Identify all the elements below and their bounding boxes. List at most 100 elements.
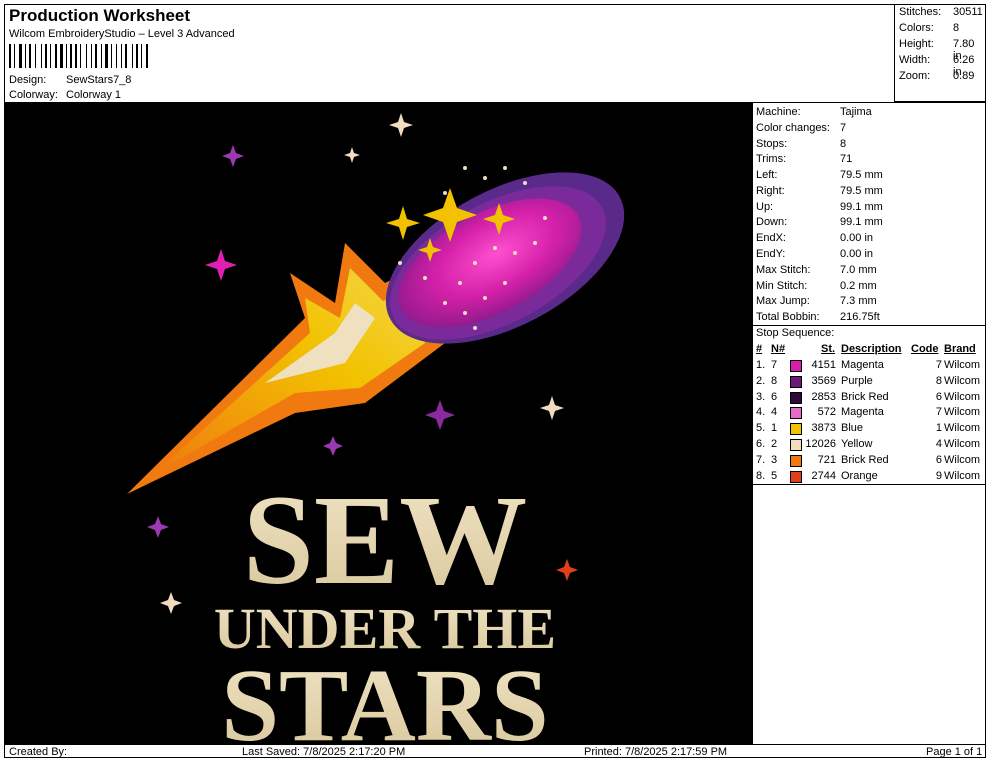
star-purple-3 (323, 436, 343, 456)
table-row: 7. 3 721 Brick Red 6 Wilcom (753, 454, 986, 470)
info-value-color-changes: 7 (840, 122, 847, 134)
design-preview: SEW UNDER THE STARS (5, 103, 752, 744)
color-swatch (790, 423, 802, 436)
info-value-total-bobbin: 216.75ft (840, 311, 880, 323)
software-subtitle: Wilcom EmbroideryStudio – Level 3 Advanc… (9, 28, 235, 40)
row-description: Purple (841, 374, 873, 387)
row-needle: 6 (771, 390, 778, 403)
stop-sequence-title: Stop Sequence: (756, 327, 835, 339)
row-description: Brick Red (841, 390, 889, 403)
row-stitches: 4151 (811, 359, 836, 371)
row-num: 1. (756, 359, 766, 371)
info-label-color-changes: Color changes: (756, 122, 830, 134)
stat-width: Width: 6.26 in (899, 54, 975, 78)
star-purple-4 (147, 516, 169, 538)
row-num: 3. (756, 390, 766, 403)
table-row: 4. 4 572 Magenta 7 Wilcom (753, 406, 986, 422)
row-code: 9 (935, 469, 942, 482)
row-description: Yellow (841, 438, 873, 450)
stat-colors: Colors: 8 (899, 22, 960, 34)
embroidery-artwork: SEW UNDER THE STARS (127, 113, 625, 744)
color-swatch (790, 439, 802, 451)
info-label-up: Up: (756, 201, 774, 213)
footer-printed: Printed: 7/8/2025 2:17:59 PM (584, 746, 728, 758)
row-brand: Wilcom (944, 390, 981, 403)
row-description: Blue (841, 422, 864, 435)
row-brand: Wilcom (944, 406, 981, 419)
info-value-up: 99.1 mm (840, 201, 883, 213)
row-stitches: 2853 (811, 390, 836, 403)
row-num: 8. (756, 469, 766, 482)
info-label-right: Right: (756, 185, 785, 197)
row-needle: 2 (771, 438, 778, 450)
star-magenta-1 (205, 249, 237, 281)
info-value-left: 79.5 mm (840, 169, 883, 181)
color-swatch (790, 454, 802, 467)
colorway-value: Colorway 1 (66, 89, 122, 101)
row-num: 5. (756, 422, 766, 435)
row-num: 7. (756, 453, 766, 466)
col-header-brand: Brand (944, 343, 976, 355)
info-value-machine: Tajima (840, 106, 872, 118)
row-code: 8 (935, 374, 942, 387)
info-label-down: Down: (756, 216, 788, 228)
footer-last-saved: Last Saved: 7/8/2025 2:17:20 PM (242, 746, 406, 758)
table-row: 6. 2 12026 Yellow 4 Wilcom (753, 438, 986, 454)
star-purple-1 (222, 145, 244, 167)
col-header-num: # (756, 343, 763, 355)
page-title: Production Worksheet (9, 6, 191, 25)
row-brand: Wilcom (944, 422, 981, 435)
info-label-stops: Stops: (756, 138, 788, 150)
table-row: 3. 6 2853 Brick Red 6 Wilcom (753, 391, 986, 407)
row-description: Orange (841, 469, 878, 482)
star-cream-2 (344, 147, 360, 163)
color-swatch (790, 391, 802, 404)
info-value-min-stitch: 0.2 mm (840, 280, 877, 292)
stat-zoom: Zoom: 0.89 (899, 70, 975, 82)
row-brand: Wilcom (944, 359, 981, 371)
info-value-stops: 8 (840, 138, 847, 150)
design-value: SewStars7_8 (66, 74, 132, 86)
color-swatch (790, 407, 802, 420)
stop-sequence-end-divider (753, 484, 986, 485)
info-label-left: Left: (756, 169, 778, 181)
row-needle: 5 (771, 469, 778, 482)
row-brand: Wilcom (944, 453, 981, 466)
barcode (9, 44, 171, 68)
star-purple-2 (425, 400, 455, 430)
row-description: Magenta (841, 359, 884, 371)
info-value-down: 99.1 mm (840, 216, 883, 228)
star-orange-1 (556, 559, 578, 581)
info-label-max-jump: Max Jump: (756, 295, 810, 307)
row-needle: 4 (771, 406, 778, 419)
row-stitches: 2744 (811, 469, 836, 482)
table-row: 1. 7 4151 Magenta 7 Wilcom (753, 359, 986, 375)
info-label-endx: EndX: (756, 232, 786, 244)
row-code: 6 (935, 453, 942, 466)
table-row: 5. 1 3873 Blue 1 Wilcom (753, 422, 986, 438)
col-header-needle: N# (771, 343, 786, 355)
row-needle: 1 (771, 422, 778, 435)
row-stitches: 12026 (805, 438, 836, 450)
info-label-machine: Machine: (756, 106, 801, 118)
footer-created-by: Created By: (9, 746, 68, 758)
row-num: 2. (756, 374, 766, 387)
row-needle: 7 (771, 359, 778, 371)
row-brand: Wilcom (944, 469, 981, 482)
info-label-max-stitch: Max Stitch: (756, 264, 811, 276)
stat-height: Height: 7.80 in (899, 38, 975, 62)
row-needle: 3 (771, 453, 778, 466)
design-text-stars: STARS (221, 648, 549, 744)
row-stitches: 3569 (811, 374, 836, 387)
row-code: 7 (935, 406, 942, 419)
stat-stitches: Stitches: 30511 (899, 6, 983, 18)
info-value-right: 79.5 mm (840, 185, 883, 197)
info-label-endy: EndY: (756, 248, 786, 260)
row-needle: 8 (771, 374, 778, 387)
col-header-stitches: St. (821, 343, 836, 355)
footer-page-number: Page 1 of 1 (926, 746, 983, 758)
row-code: 6 (935, 390, 942, 403)
stop-sequence-divider (753, 325, 986, 326)
info-value-max-jump: 7.3 mm (840, 295, 877, 307)
color-swatch (790, 375, 802, 388)
